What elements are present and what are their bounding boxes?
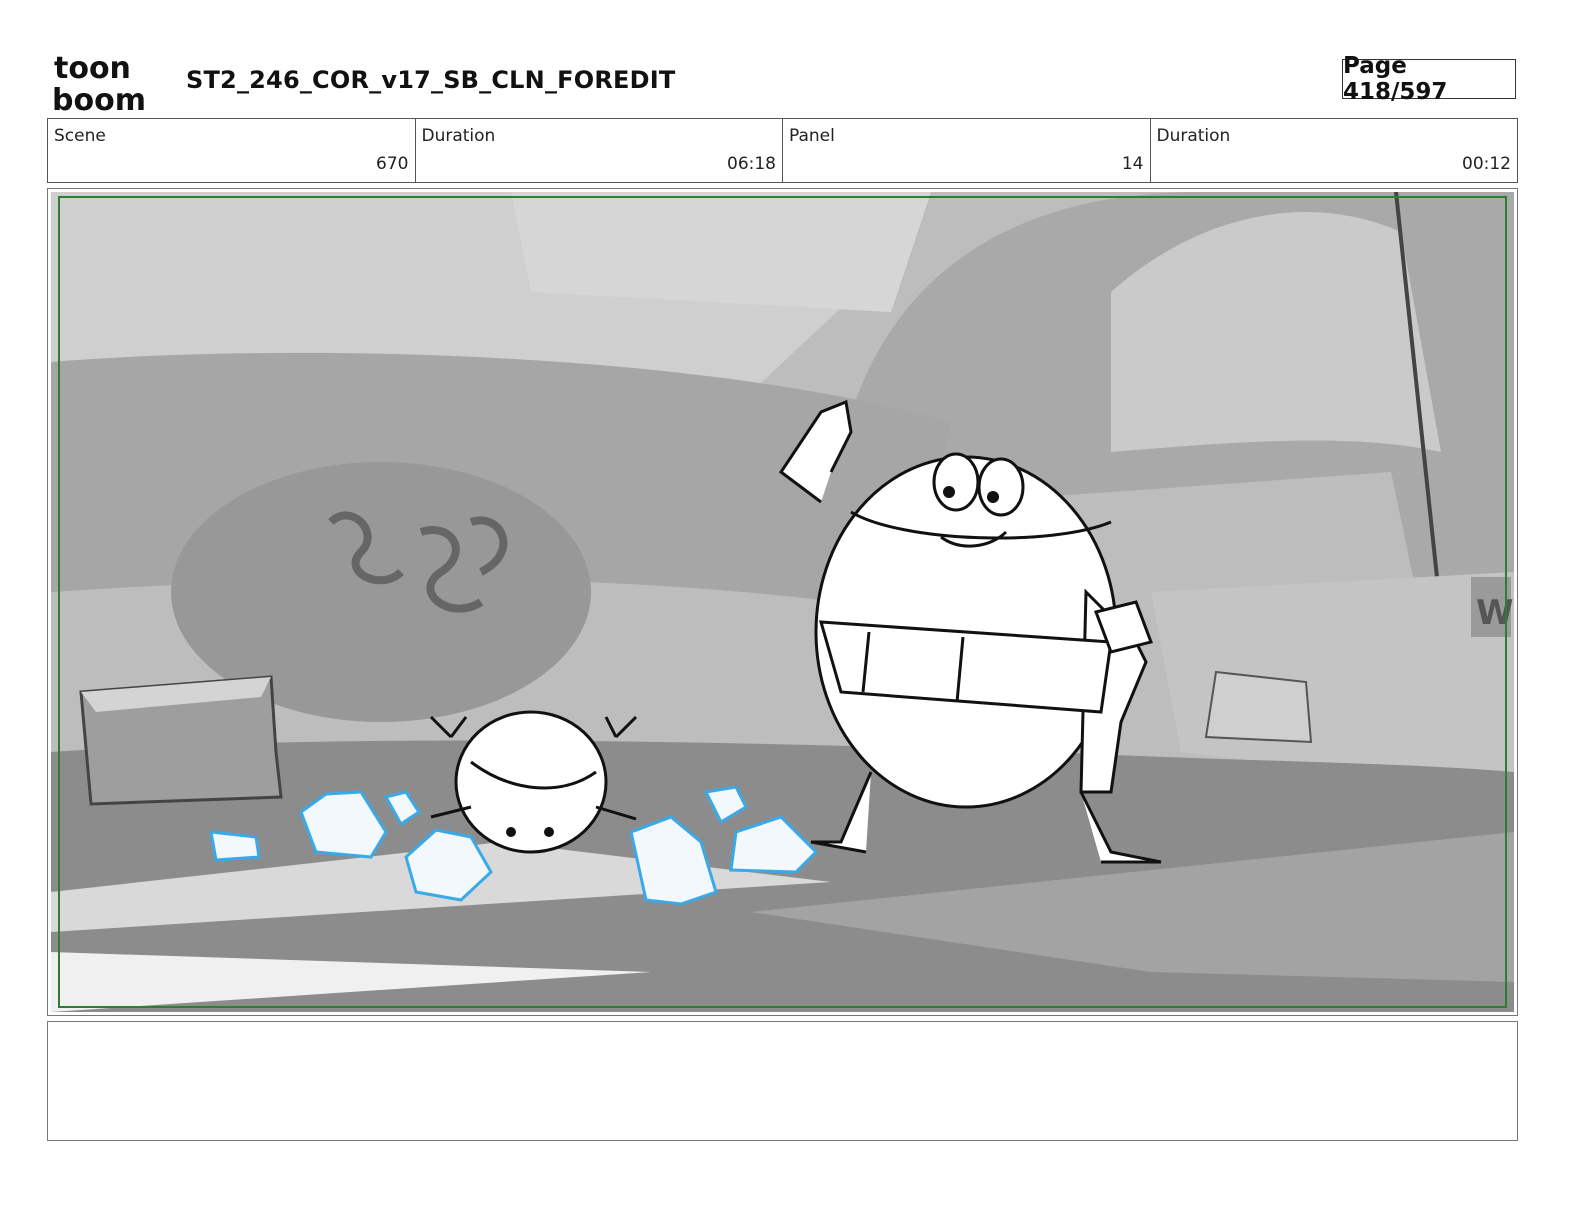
scene-cell: Scene 670 <box>48 119 416 182</box>
big-character-eye-left <box>932 452 980 512</box>
storyboard-panel: W <box>47 188 1518 1016</box>
page-indicator: Page 418/597 <box>1342 53 1516 105</box>
scene-value: 670 <box>376 154 409 174</box>
panel-duration-cell: Duration 00:12 <box>1151 119 1518 182</box>
scene-duration-value: 06:18 <box>727 154 776 174</box>
big-character-pupil-left <box>943 486 955 498</box>
logo-text-bottom: boom <box>52 83 146 112</box>
panel-duration-label: Duration <box>1156 126 1231 146</box>
panel-artwork: W <box>51 192 1514 1012</box>
document-title: ST2_246_COR_v17_SB_CLN_FOREDIT <box>186 66 676 94</box>
small-character-eye-right <box>544 827 554 837</box>
panel-notes-box <box>47 1021 1518 1141</box>
back-panel <box>511 192 931 312</box>
sign-text: W <box>1476 593 1514 633</box>
logo-text-top: toon <box>54 51 131 86</box>
scene-label: Scene <box>54 126 106 146</box>
big-character-pupil-right <box>987 491 999 503</box>
scene-duration-cell: Duration 06:18 <box>416 119 783 182</box>
right-rock <box>1204 670 1313 744</box>
scene-info-table: Scene 670 Duration 06:18 Panel 14 Durati… <box>47 118 1518 183</box>
panel-duration-value: 00:12 <box>1462 154 1511 174</box>
panel-cell: Panel 14 <box>783 119 1151 182</box>
scene-duration-label: Duration <box>421 126 496 146</box>
ice-shard-1 <box>209 830 261 862</box>
panel-value: 14 <box>1121 154 1144 174</box>
small-character-eye-left <box>506 827 516 837</box>
panel-label: Panel <box>789 126 835 146</box>
big-character-eye-right <box>977 457 1025 517</box>
toon-boom-logo: toon boom <box>52 51 146 112</box>
small-character-body <box>454 710 608 854</box>
